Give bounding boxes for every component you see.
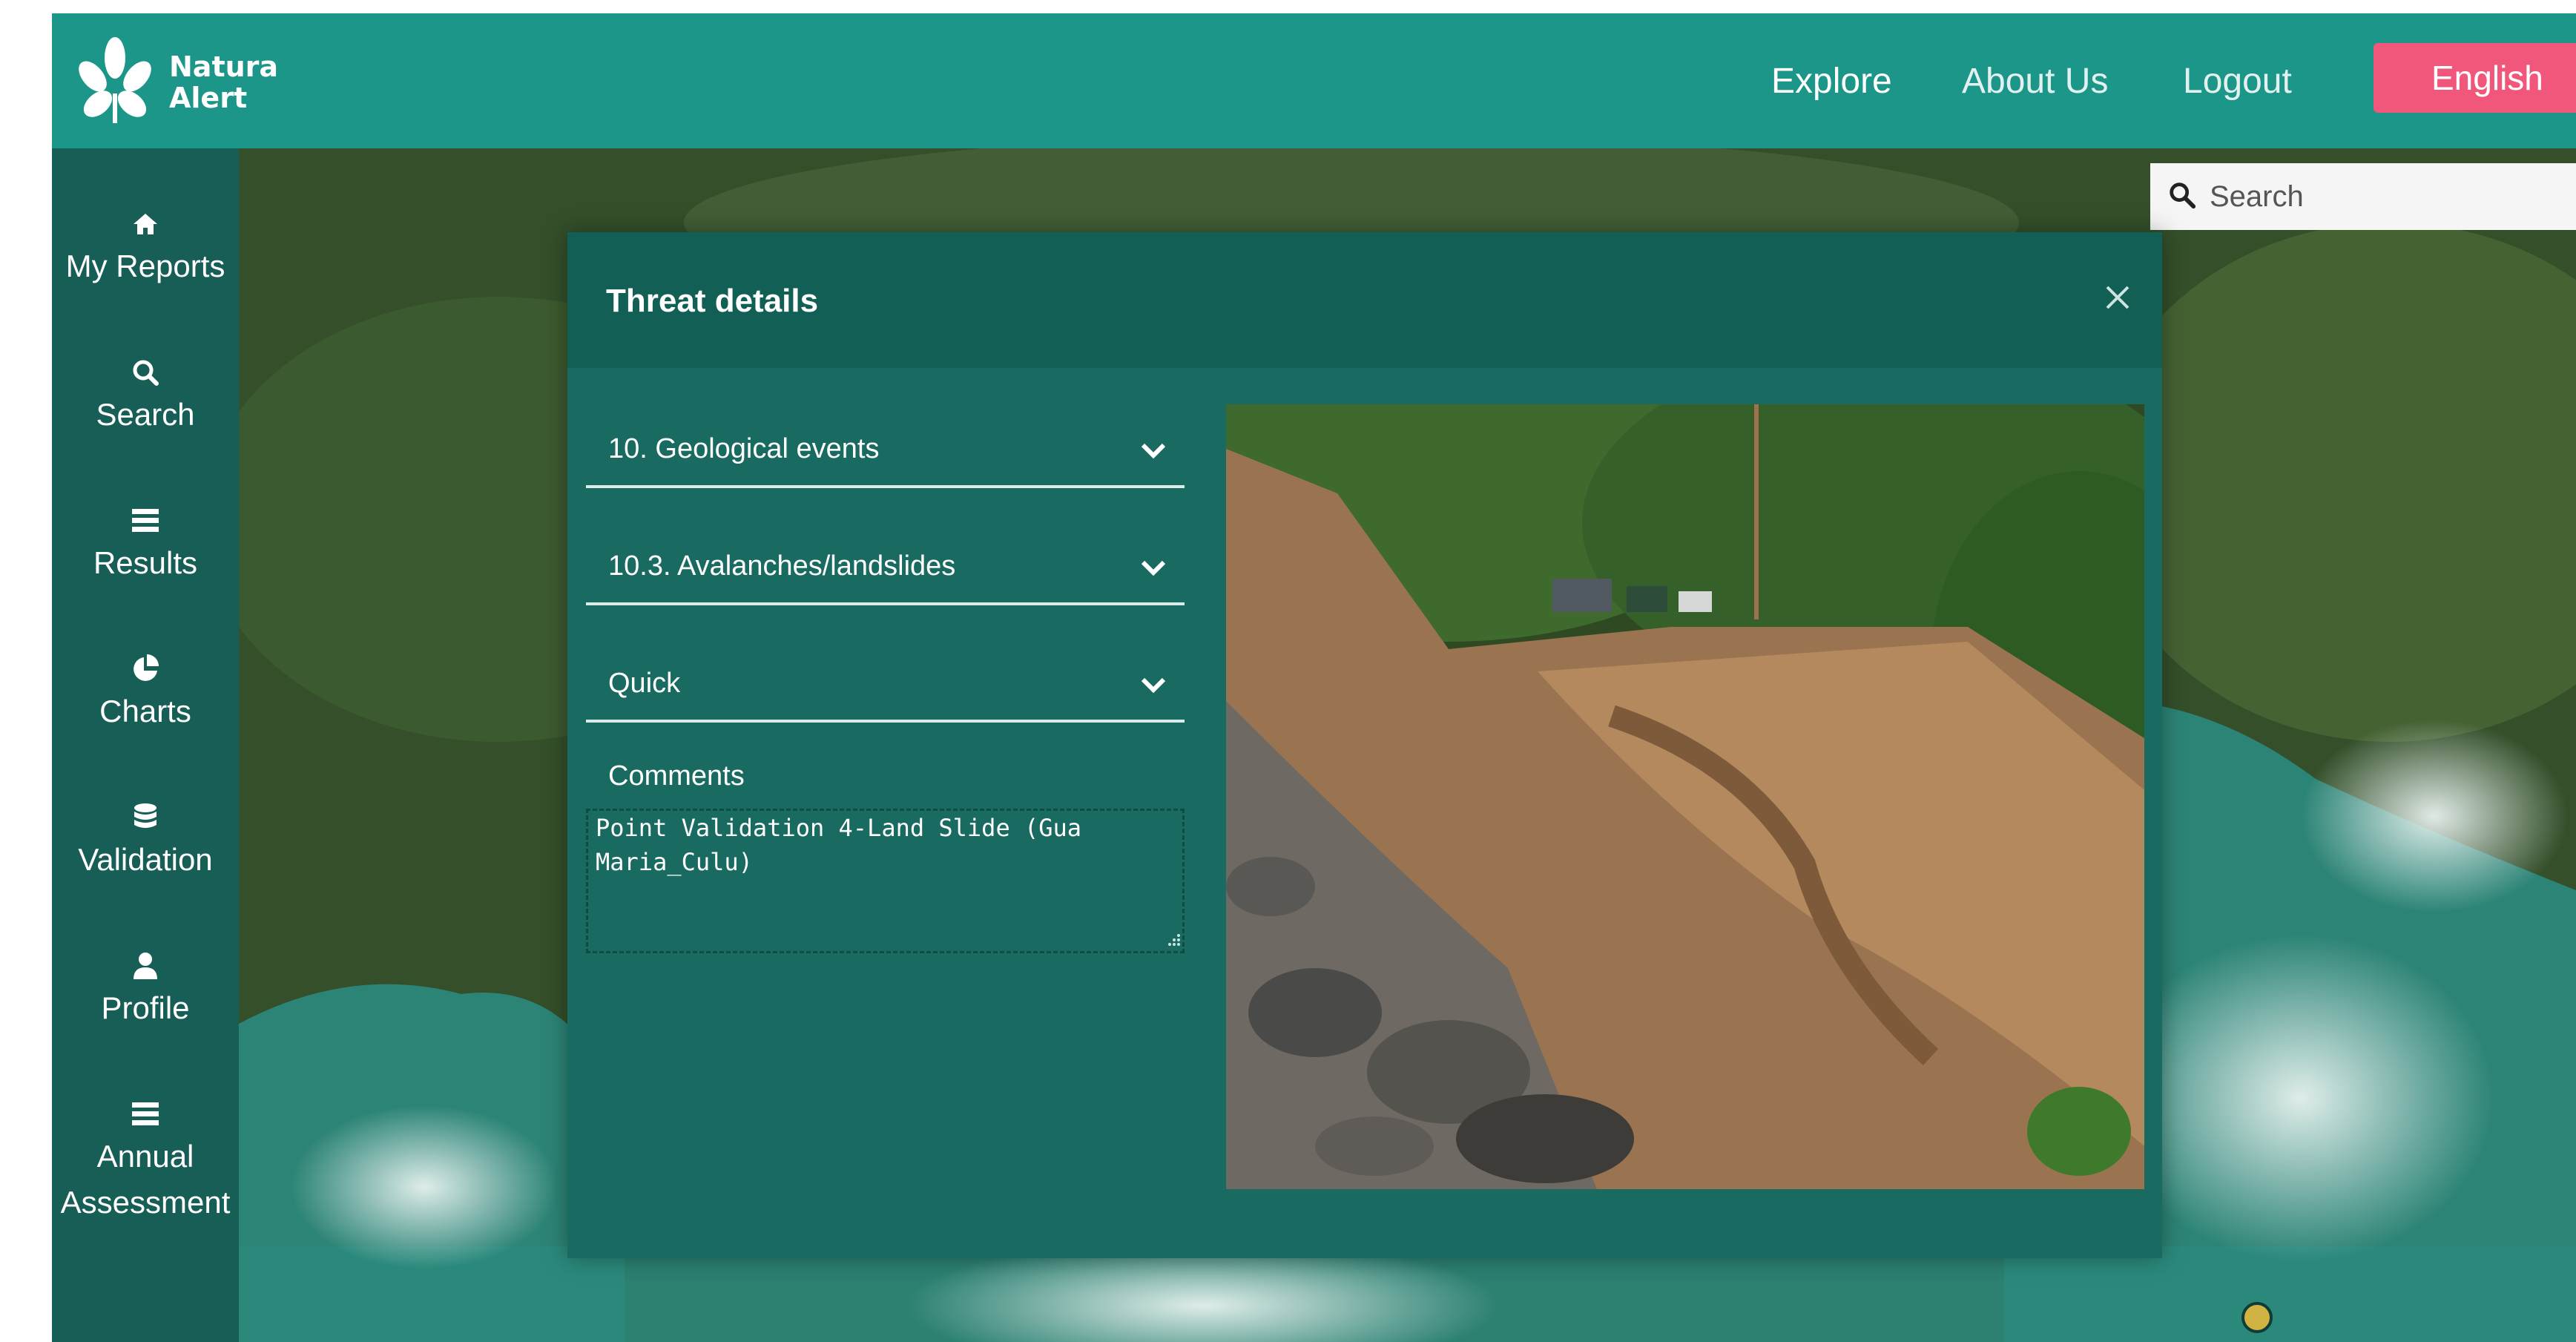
- threat-speed-select[interactable]: Quick: [586, 648, 1185, 723]
- threat-subcategory-select[interactable]: 10.3. Avalanches/landslides: [586, 531, 1185, 605]
- sidebar-item-label: Validation: [78, 842, 213, 877]
- database-icon: [134, 803, 157, 828]
- app-window: Natura Alert Explore About Us Logout Eng…: [52, 13, 2576, 1342]
- sidebar-item-label: Annual: [96, 1139, 194, 1174]
- sidebar-item-my-reports[interactable]: My Reports: [52, 208, 239, 289]
- leaf-logo-icon: [79, 37, 151, 123]
- comments-label: Comments: [608, 760, 745, 792]
- sidebar-item-label: Profile: [101, 990, 190, 1025]
- natura-alert-logo[interactable]: Natura Alert: [74, 36, 278, 128]
- logo-text: Natura Alert: [169, 51, 278, 114]
- threat-category-value: 10. Geological events: [608, 433, 880, 464]
- sidebar-item-search[interactable]: Search: [52, 356, 239, 438]
- pie-chart-icon: [134, 654, 159, 681]
- sidebar-item-profile[interactable]: Profile: [52, 950, 239, 1031]
- threat-speed-value: Quick: [608, 668, 681, 699]
- home-icon: [134, 214, 157, 234]
- modal-title: Threat details: [606, 283, 819, 319]
- modal-header: Threat details: [567, 232, 2162, 368]
- map-search-placeholder: Search: [2210, 180, 2304, 213]
- sidebar-item-annual-assessment[interactable]: Annual Assessment: [52, 1098, 239, 1226]
- threat-details-modal: Threat details 10. Geological events 10.…: [567, 232, 2162, 1258]
- logo-text-line2: Alert: [169, 81, 248, 114]
- chevron-down-icon: [1141, 677, 1166, 694]
- close-icon[interactable]: [2095, 275, 2140, 320]
- landslide-photo-image: [1226, 404, 2144, 1189]
- comments-textarea[interactable]: [586, 809, 1185, 953]
- sidebar-item-label: Results: [93, 545, 198, 580]
- chevron-down-icon: [1141, 443, 1166, 459]
- user-icon: [134, 953, 157, 979]
- nav-about-us-link[interactable]: About Us: [1962, 58, 2108, 105]
- sidebar-item-charts[interactable]: Charts: [52, 653, 239, 734]
- logo-text-line1: Natura: [169, 50, 279, 83]
- list-icon: [132, 1102, 159, 1125]
- language-button[interactable]: English: [2374, 43, 2576, 113]
- sidebar-item-validation[interactable]: Validation: [52, 801, 239, 883]
- map-marker[interactable]: [2241, 1302, 2273, 1333]
- sidebar-item-label: Charts: [99, 694, 191, 728]
- search-icon: [2170, 182, 2196, 209]
- nav-explore-link[interactable]: Explore: [1771, 58, 1892, 105]
- list-icon: [132, 509, 159, 532]
- top-navigation-bar: Natura Alert Explore About Us Logout Eng…: [52, 13, 2576, 148]
- search-icon: [133, 360, 159, 386]
- resize-grip-icon[interactable]: [1167, 933, 1182, 947]
- sidebar-item-label: My Reports: [65, 249, 225, 283]
- chevron-down-icon: [1141, 560, 1166, 576]
- threat-photo: [1226, 404, 2144, 1189]
- sidebar-item-results[interactable]: Results: [52, 504, 239, 586]
- map-search-input[interactable]: Search: [2150, 163, 2576, 230]
- threat-category-select[interactable]: 10. Geological events: [586, 414, 1185, 488]
- sidebar: My Reports Search Results Charts Validat…: [52, 148, 239, 1342]
- threat-subcategory-value: 10.3. Avalanches/landslides: [608, 550, 956, 582]
- nav-logout-link[interactable]: Logout: [2183, 58, 2292, 105]
- sidebar-item-label-line2: Assessment: [60, 1185, 231, 1220]
- sidebar-item-label: Search: [96, 397, 195, 432]
